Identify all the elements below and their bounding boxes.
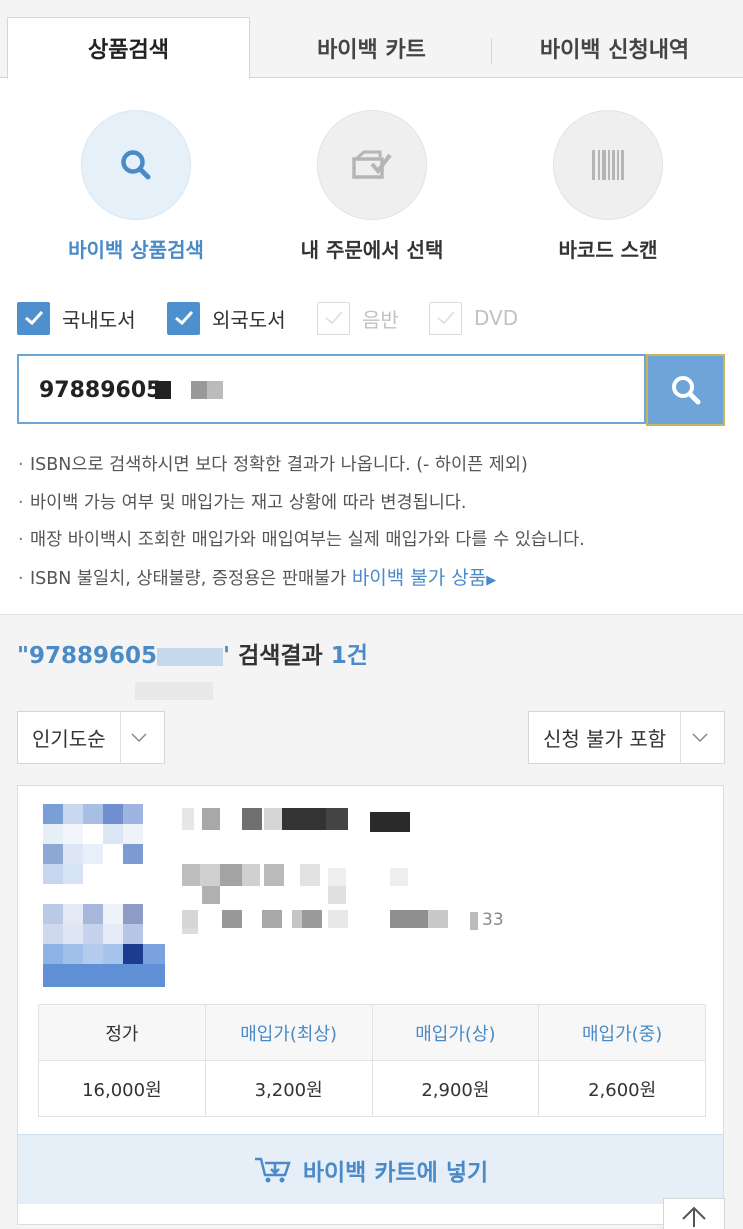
redacted-block (155, 381, 171, 399)
header-price-fair: 매입가(중) (538, 1004, 706, 1061)
mode-label: 내 주문에서 선택 (300, 238, 444, 262)
checkbox (317, 301, 350, 335)
chevron-down-icon (680, 712, 718, 763)
notice-item: · ISBN으로 검색하시면 보다 정확한 결과가 나옵니다. (- 하이픈 제외… (18, 455, 528, 475)
result-title: "97889605 ' 검색결과 1건 (17, 636, 368, 670)
mode-select-from-orders[interactable]: 내 주문에서 선택 (287, 110, 457, 263)
include-filter-selected: 신청 불가 포함 (543, 727, 667, 751)
redacted-block (191, 381, 207, 399)
mode-circle (81, 110, 191, 220)
filter-foreign-books[interactable]: 외국도서 (167, 300, 286, 336)
search-button[interactable] (646, 354, 725, 426)
filter-label: 국내도서 (62, 307, 136, 332)
filter-label: 음반 (362, 307, 399, 332)
filter-domestic-books[interactable]: 국내도서 (17, 300, 136, 336)
tab-product-search[interactable]: 상품검색 (7, 17, 250, 79)
order-check-icon (352, 150, 392, 179)
mode-buyback-search[interactable]: 바이백 상품검색 (51, 110, 221, 263)
filter-label: 외국도서 (212, 307, 286, 332)
arrow-up-icon (682, 1206, 706, 1227)
check-icon (24, 310, 43, 326)
value-list-price: 16,000원 (38, 1060, 206, 1117)
product-meta-fragment: 33 (482, 910, 504, 930)
value-price-good: 2,900원 (371, 1060, 540, 1117)
product-meta-redacted (182, 910, 478, 930)
search-input[interactable] (39, 370, 439, 410)
price-table: 정가 매입가(최상) 매입가(상) 매입가(중) 16,000원 3,200원 … (38, 1004, 706, 1117)
checkbox[interactable] (17, 301, 50, 335)
book-cover-image (43, 804, 165, 987)
tab-bar: 상품검색 바이백 카트 바이백 신청내역 (0, 0, 743, 79)
tab-buyback-history[interactable]: 바이백 신청내역 (493, 17, 736, 78)
check-icon (436, 311, 455, 325)
include-filter-dropdown[interactable]: 신청 불가 포함 (528, 711, 725, 764)
mode-label: 바이백 상품검색 (68, 238, 204, 262)
notice-list: · ISBN으로 검색하시면 보다 정확한 결과가 나옵니다. (- 하이픈 제외… (18, 447, 728, 599)
redacted-block (207, 381, 223, 399)
arrow-right-icon[interactable]: ▶ (486, 573, 496, 588)
header-list-price: 정가 (38, 1004, 206, 1061)
search-icon (121, 150, 151, 180)
check-icon (174, 310, 193, 326)
non-buyback-items-link[interactable]: 바이백 불가 상품 (352, 567, 486, 589)
tab-buyback-cart[interactable]: 바이백 카트 (250, 17, 493, 78)
mode-circle (553, 110, 663, 220)
notice-item: · ISBN 불일치, 상태불량, 증정용은 판매불가 바이백 불가 상품▶ (18, 566, 497, 589)
result-label: 검색결과 (230, 643, 331, 669)
checkbox (429, 301, 462, 335)
result-query: "97889605 (17, 643, 158, 669)
tab-divider (491, 38, 492, 64)
result-count: 1건 (330, 643, 368, 669)
barcode-icon (592, 150, 624, 180)
mode-barcode-scan[interactable]: 바코드 스캔 (523, 110, 693, 263)
notice-item: · 바이백 가능 여부 및 매입가는 재고 상황에 따라 변경됩니다. (18, 492, 467, 513)
price-table-header: 정가 매입가(최상) 매입가(상) 매입가(중) (38, 1004, 706, 1061)
mode-label: 바코드 스캔 (558, 238, 658, 262)
check-icon (324, 311, 343, 325)
value-price-best: 3,200원 (204, 1060, 373, 1117)
value-price-fair: 2,600원 (538, 1060, 706, 1117)
redacted-block (135, 682, 213, 700)
add-to-buyback-cart-button[interactable]: 바이백 카트에 넣기 (18, 1134, 723, 1204)
sort-dropdown[interactable]: 인기도순 (17, 711, 165, 764)
scroll-to-top-button[interactable] (663, 1198, 725, 1229)
cart-add-icon (254, 1157, 291, 1182)
notice-item: · 매장 바이백시 조회한 매입가와 매입여부는 실제 매입가와 다를 수 있습니… (18, 530, 585, 550)
search-field[interactable] (17, 354, 646, 424)
redacted-block (157, 647, 224, 666)
header-price-best: 매입가(최상) (204, 1004, 373, 1061)
search-icon (671, 376, 700, 405)
cart-button-label: 바이백 카트에 넣기 (302, 1159, 489, 1186)
result-query-end: ' (223, 643, 231, 669)
mode-circle (317, 110, 427, 220)
filter-dvd: DVD (429, 300, 518, 336)
filter-label: DVD (474, 306, 519, 330)
chevron-down-icon (119, 712, 158, 763)
checkbox[interactable] (167, 301, 200, 335)
price-table-row: 16,000원 3,200원 2,900원 2,600원 (38, 1060, 706, 1117)
header-price-good: 매입가(상) (371, 1004, 540, 1061)
sort-selected: 인기도순 (32, 727, 106, 751)
filter-records: 음반 (317, 300, 399, 336)
